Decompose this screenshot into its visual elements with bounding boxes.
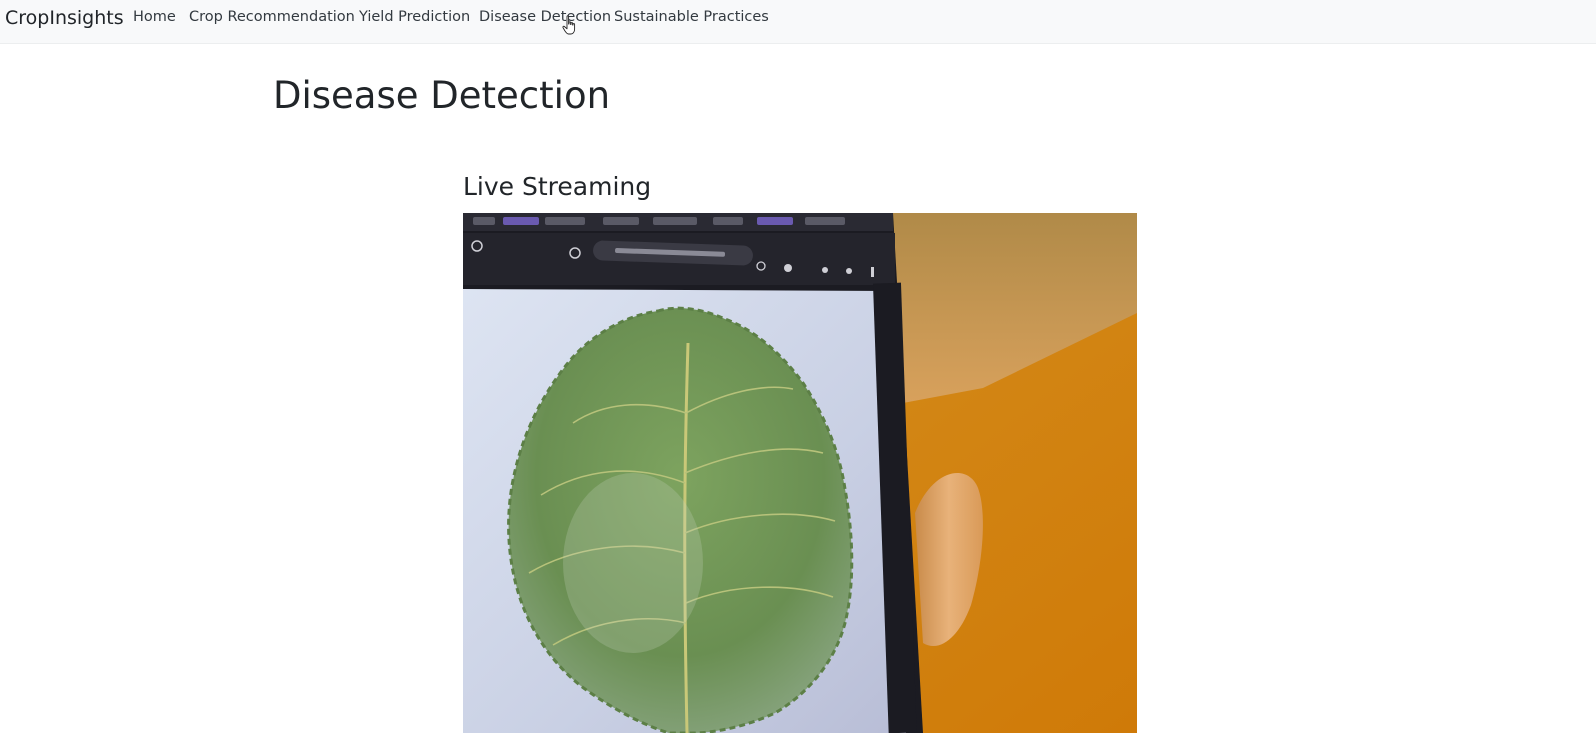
navbar: CropInsights Home Crop Recommendation Yi…	[0, 0, 1596, 44]
nav-link-sustainable-practices[interactable]: Sustainable Practices	[614, 9, 769, 25]
live-stream-video	[463, 213, 1137, 733]
section-title-live-streaming: Live Streaming	[463, 172, 652, 201]
stream-frame-image	[463, 213, 1137, 733]
nav-link-crop-recommendation[interactable]: Crop Recommendation	[189, 9, 355, 25]
hand-cursor-icon	[562, 15, 576, 35]
nav-link-disease-detection[interactable]: Disease Detection	[479, 9, 611, 25]
page-title: Disease Detection	[273, 74, 611, 117]
nav-link-yield-prediction[interactable]: Yield Prediction	[359, 9, 470, 25]
nav-link-home[interactable]: Home	[133, 9, 176, 25]
brand-link[interactable]: CropInsights	[5, 7, 124, 29]
